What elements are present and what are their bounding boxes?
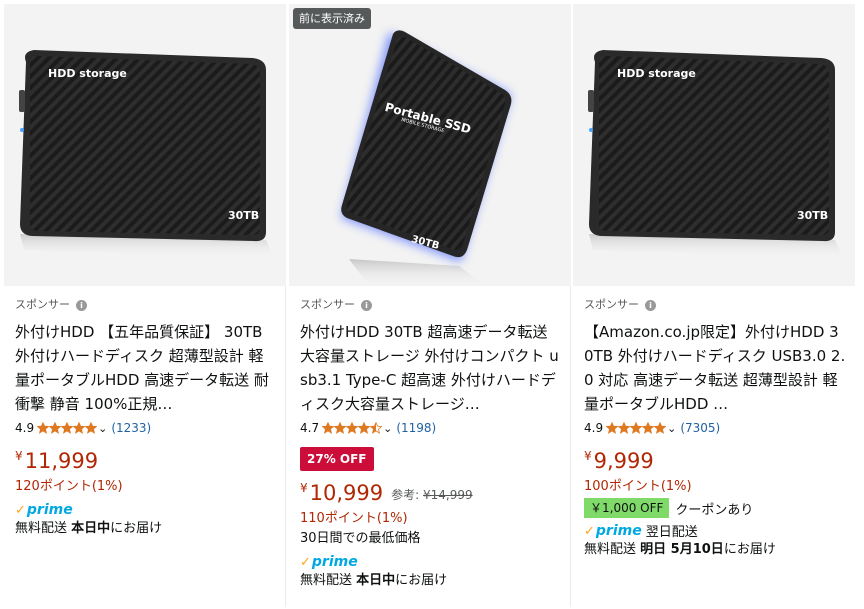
prime-icon: ✓ prime xyxy=(300,554,358,570)
rating-row[interactable]: 4.9 ⌄ (1233) xyxy=(15,419,277,437)
info-icon[interactable]: i xyxy=(645,299,656,311)
previously-viewed-badge: 前に表示済み xyxy=(293,8,371,29)
product-title[interactable]: 【Amazon.co.jp限定】外付けHDD 30TB 外付けハードディスク U… xyxy=(584,320,846,416)
product-card[interactable]: Portable SSD MOBILE STORAGE 30TB 前に表示済み … xyxy=(289,4,571,607)
rating-row[interactable]: 4.9 ⌄ (7305) xyxy=(584,419,846,437)
star-icon xyxy=(61,422,74,434)
star-icon xyxy=(358,422,371,434)
star-icon xyxy=(49,422,62,434)
star-icon xyxy=(334,422,347,434)
delivery-info: 無料配送 本日中にお届け xyxy=(15,521,163,536)
prime-badge: ✓ prime xyxy=(300,551,562,571)
product-title[interactable]: 外付けHDD 30TB 超高速データ転送 大容量ストレージ 外付けコンパクト u… xyxy=(300,320,562,416)
sponsored-label[interactable]: スポンサー i xyxy=(584,297,846,313)
product-image[interactable]: Portable SSD MOBILE STORAGE 30TB xyxy=(289,4,571,286)
currency-symbol: ¥ xyxy=(15,449,23,463)
price-value: 9,999 xyxy=(593,449,654,473)
star-icon xyxy=(642,422,655,434)
star-icon xyxy=(370,422,383,434)
prime-badge: ✓ prime xyxy=(15,499,277,519)
reference-price: 参考: ¥14,999 xyxy=(391,488,473,502)
star-rating-icon[interactable] xyxy=(606,422,667,434)
star-icon xyxy=(322,422,335,434)
points: 100ポイント(1%) xyxy=(584,479,692,494)
rating-value: 4.9 xyxy=(15,421,35,435)
product-image-capacity: 30TB xyxy=(797,209,829,222)
rating-value: 4.7 xyxy=(300,421,320,435)
coupon-text: クーポンあり xyxy=(675,502,754,518)
chevron-down-icon[interactable]: ⌄ xyxy=(98,422,107,435)
star-icon xyxy=(606,422,619,434)
star-icon xyxy=(654,422,667,434)
review-count[interactable]: (1198) xyxy=(396,421,436,435)
delivery-info: 無料配送 明日 5月10日にお届け xyxy=(584,542,776,557)
coupon-badge[interactable]: ￥1,000 OFF xyxy=(584,498,670,518)
product-card[interactable]: HDD storage 30TB スポンサー i 外付けHDD 【五年品質保証】… xyxy=(4,4,286,607)
prime-icon: ✓ prime xyxy=(15,502,73,518)
star-rating-icon[interactable] xyxy=(322,422,383,434)
info-icon[interactable]: i xyxy=(76,299,87,311)
price[interactable]: ¥ 10,999 参考: ¥14,999 xyxy=(300,479,562,505)
currency-symbol: ¥ xyxy=(584,449,592,463)
star-icon xyxy=(346,422,359,434)
coupon[interactable]: ￥1,000 OFF クーポンあり xyxy=(584,498,846,518)
review-count[interactable]: (1233) xyxy=(111,421,151,435)
product-image[interactable]: HDD storage 30TB xyxy=(4,4,286,286)
product-card[interactable]: HDD storage 30TB スポンサー i 【Amazon.co.jp限定… xyxy=(573,4,855,607)
sponsored-label[interactable]: スポンサー i xyxy=(300,297,562,313)
star-icon xyxy=(85,422,98,434)
price[interactable]: ¥ 11,999 xyxy=(15,447,277,473)
review-count[interactable]: (7305) xyxy=(680,421,720,435)
info-icon[interactable]: i xyxy=(361,299,372,311)
currency-symbol: ¥ xyxy=(300,481,308,495)
star-icon xyxy=(37,422,50,434)
product-image-capacity: 30TB xyxy=(228,209,260,222)
points: 120ポイント(1%) xyxy=(15,479,123,494)
rating-value: 4.9 xyxy=(584,421,604,435)
sponsored-label[interactable]: スポンサー i xyxy=(15,297,277,313)
deal-badge: 27% OFF xyxy=(300,447,374,471)
star-icon xyxy=(630,422,643,434)
product-image-label: HDD storage xyxy=(617,67,696,80)
price-value: 11,999 xyxy=(24,449,99,473)
chevron-down-icon[interactable]: ⌄ xyxy=(383,422,392,435)
price-value: 10,999 xyxy=(309,481,384,505)
product-image-label: HDD storage xyxy=(48,67,127,80)
rating-row[interactable]: 4.7 ⌄ (1198) xyxy=(300,419,562,437)
chevron-down-icon[interactable]: ⌄ xyxy=(667,422,676,435)
product-image[interactable]: HDD storage 30TB xyxy=(573,4,855,286)
star-rating-icon[interactable] xyxy=(37,422,98,434)
points: 110ポイント(1%) xyxy=(300,511,408,526)
prime-badge: ✓ prime 翌日配送 xyxy=(584,520,846,540)
prime-icon: ✓ prime xyxy=(584,523,642,539)
lowest-price-note: 30日間での最低価格 xyxy=(300,531,421,546)
star-icon xyxy=(73,422,86,434)
delivery-info: 無料配送 本日中にお届け xyxy=(300,573,448,588)
product-title[interactable]: 外付けHDD 【五年品質保証】 30TB 外付けハードディスク 超薄型設計 軽量… xyxy=(15,320,277,416)
star-icon xyxy=(618,422,631,434)
prime-delivery-speed: 翌日配送 xyxy=(645,524,698,540)
price[interactable]: ¥ 9,999 xyxy=(584,447,846,473)
